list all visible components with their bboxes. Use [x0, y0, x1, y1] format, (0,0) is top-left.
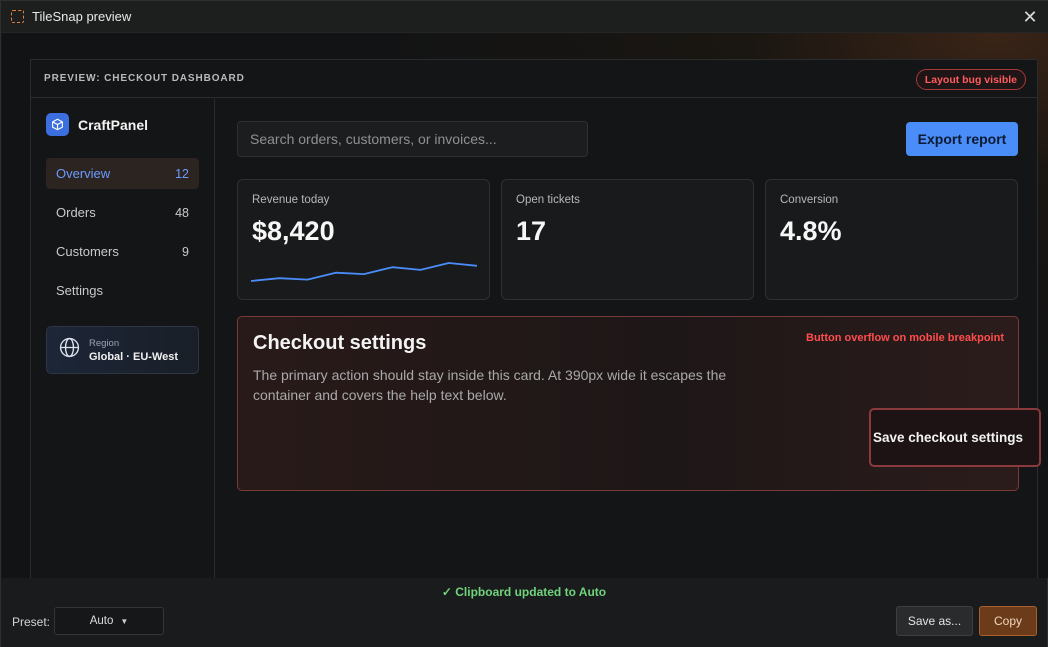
region-text: Region Global · EU-West: [89, 338, 178, 363]
stat-label: Conversion: [780, 194, 839, 206]
open-tickets-stat-card: Open tickets 17: [501, 179, 754, 300]
search-input[interactable]: Search orders, customers, or invoices...: [237, 121, 588, 157]
region-label: Region: [89, 337, 120, 349]
stat-value: 4.8%: [780, 216, 842, 246]
save-checkout-settings-button[interactable]: Save checkout settings: [869, 408, 1041, 467]
preview-header: PREVIEW: CHECKOUT DASHBOARD Layout bug v…: [31, 60, 1037, 98]
preset-select[interactable]: Auto ▼: [54, 607, 164, 635]
stat-label: Open tickets: [516, 194, 580, 206]
region-card[interactable]: Region Global · EU-West: [46, 326, 199, 374]
brand: CraftPanel: [46, 113, 148, 136]
sidebar-item-label: Overview: [56, 166, 111, 181]
sidebar-item-count: 9: [182, 244, 189, 259]
sidebar-item-overview[interactable]: Overview 12: [46, 158, 199, 189]
app-icon: [11, 10, 24, 23]
globe-icon: [59, 337, 80, 363]
settings-title: Checkout settings: [253, 332, 427, 354]
title-bar: TileSnap preview ✕: [1, 1, 1048, 33]
brand-name: CraftPanel: [78, 116, 149, 133]
window-title: TileSnap preview: [32, 9, 132, 24]
region-value: Global · EU-West: [89, 350, 179, 363]
sidebar-item-label: Customers: [56, 244, 119, 259]
overflow-warning: Button overflow on mobile breakpoint: [806, 332, 1004, 344]
clipboard-status: ✓ Clipboard updated to Auto: [441, 585, 607, 599]
sparkline-line: [251, 262, 477, 282]
sidebar-item-label: Orders: [56, 205, 96, 220]
stat-value: 17: [516, 216, 547, 246]
sidebar-item-label: Settings: [56, 283, 103, 298]
caret-down-icon: ▼: [120, 616, 129, 626]
preview-frame: PREVIEW: CHECKOUT DASHBOARD Layout bug v…: [30, 59, 1041, 579]
close-icon[interactable]: ✕: [1019, 6, 1041, 28]
preset-label: Preset:: [12, 615, 51, 629]
settings-description: The primary action should stay inside th…: [253, 367, 727, 403]
footer-bar: ✓ Clipboard updated to Auto Preset: Auto…: [1, 578, 1047, 647]
save-as-button[interactable]: Save as...: [896, 606, 973, 636]
preset-value: Auto: [89, 615, 114, 627]
conversion-stat-card: Conversion 4.8%: [765, 179, 1018, 300]
sidebar-item-orders[interactable]: Orders 48: [46, 197, 199, 228]
sidebar-item-count: 12: [175, 166, 189, 181]
revenue-stat-card: Revenue today $8,420: [237, 179, 490, 300]
sidebar-nav: Overview 12 Orders 48 Customers 9 Settin…: [46, 158, 199, 314]
copy-button[interactable]: Copy: [979, 606, 1037, 636]
sidebar: CraftPanel Overview 12 Orders 48 Custome…: [31, 99, 215, 579]
layout-bug-badge: Layout bug visible: [915, 69, 1026, 90]
preview-label: PREVIEW: CHECKOUT DASHBOARD: [44, 73, 245, 84]
cube-icon: [46, 113, 69, 136]
sidebar-item-count: 48: [175, 205, 189, 220]
sidebar-item-customers[interactable]: Customers 9: [46, 236, 199, 267]
revenue-sparkline: [251, 262, 477, 282]
stat-value: $8,420: [252, 216, 335, 246]
sidebar-item-settings[interactable]: Settings: [46, 275, 199, 306]
export-report-button[interactable]: Export report: [906, 122, 1018, 156]
stat-label: Revenue today: [252, 194, 330, 206]
app-window: TileSnap preview ✕ PREVIEW: CHECKOUT DAS…: [0, 0, 1048, 647]
